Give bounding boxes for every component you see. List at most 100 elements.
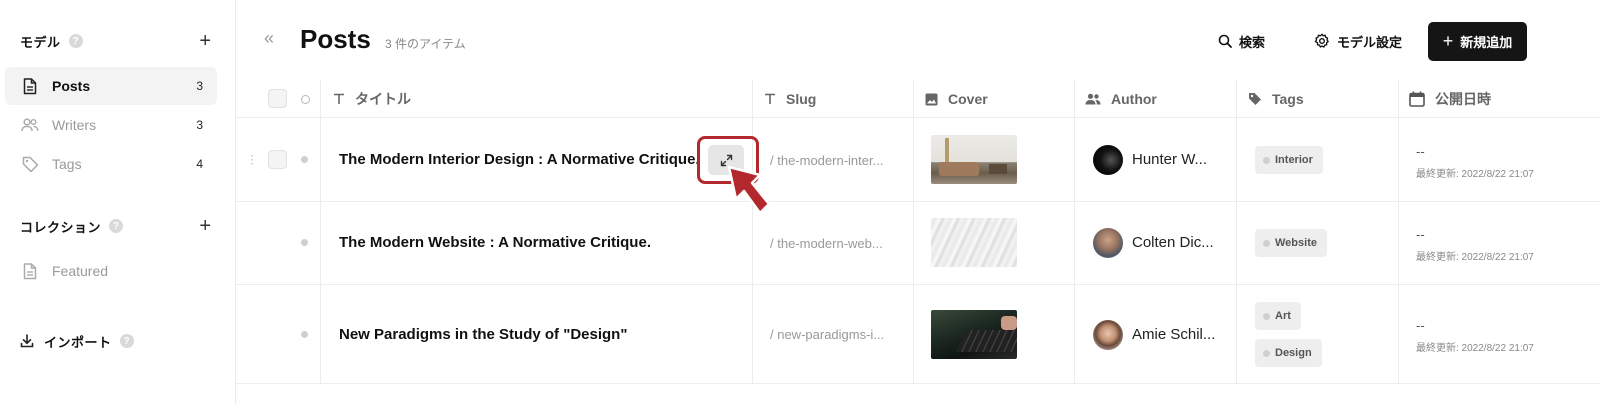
sidebar-item-label: Writers xyxy=(52,117,97,133)
table-cell-updated: 最終更新: 2022/8/22 21:07 xyxy=(1416,252,1534,263)
column-divider xyxy=(752,80,753,384)
sidebar-item-count: 3 xyxy=(196,118,203,132)
import-label: インポート xyxy=(44,334,112,350)
status-dot xyxy=(301,239,308,246)
table-cell-author: Colten Dic... xyxy=(1132,234,1214,251)
tag-dot xyxy=(1263,239,1270,247)
models-heading: モデル xyxy=(20,34,61,50)
table-cell-published: -- xyxy=(1416,318,1425,333)
search-label: 検索 xyxy=(1239,34,1266,50)
column-divider xyxy=(1398,80,1399,384)
collections-section-header: コレクション ? + xyxy=(20,215,211,237)
add-new-label: 新規追加 xyxy=(1460,35,1513,50)
tag-dot xyxy=(1263,349,1270,357)
document-icon xyxy=(21,77,39,95)
download-icon xyxy=(20,334,34,348)
table-cell-slug: / the-modern-inter... xyxy=(770,153,884,168)
table-cell-slug: / the-modern-web... xyxy=(770,236,883,251)
help-icon[interactable]: ? xyxy=(68,34,83,48)
cover-image-thumbnail[interactable] xyxy=(931,310,1017,359)
avatar xyxy=(1093,320,1123,350)
tag-label: Website xyxy=(1275,237,1317,249)
page-title: Posts xyxy=(300,24,371,54)
search-button[interactable]: 検索 xyxy=(1218,22,1265,60)
column-label: Author xyxy=(1111,91,1157,107)
sidebar-item-posts[interactable]: Posts 3 xyxy=(5,67,217,105)
tag-chip[interactable]: Interior xyxy=(1255,146,1323,174)
sidebar: モデル ? + Posts 3 Writers 3 Tags 4 コレクション … xyxy=(0,0,236,404)
status-dot xyxy=(301,331,308,338)
column-label: 公開日時 xyxy=(1435,91,1491,107)
import-link[interactable]: インポート ? xyxy=(20,330,211,352)
add-new-button[interactable]: + 新規追加 xyxy=(1428,22,1527,61)
sidebar-item-featured[interactable]: Featured xyxy=(5,252,217,290)
column-label: Tags xyxy=(1272,91,1304,107)
table-cell-published: -- xyxy=(1416,144,1425,159)
avatar xyxy=(1093,228,1123,258)
table-row-title[interactable]: New Paradigms in the Study of "Design" xyxy=(339,326,627,343)
column-header-author[interactable]: Author xyxy=(1085,88,1157,110)
help-icon[interactable]: ? xyxy=(109,219,124,233)
plus-icon: + xyxy=(1442,31,1454,51)
column-divider xyxy=(913,80,914,384)
column-divider xyxy=(1074,80,1075,384)
cover-image-thumbnail[interactable] xyxy=(931,218,1017,267)
column-label: Cover xyxy=(948,91,988,107)
text-type-icon xyxy=(333,93,345,105)
model-settings-button[interactable]: モデル設定 xyxy=(1314,22,1402,60)
table-cell-slug: / new-paradigms-i... xyxy=(770,327,885,342)
models-section-header: モデル ? + xyxy=(20,30,211,52)
collapse-sidebar-icon[interactable]: « xyxy=(264,28,274,49)
sidebar-item-label: Featured xyxy=(52,263,109,279)
table-cell-updated: 最終更新: 2022/8/22 21:07 xyxy=(1416,169,1534,180)
item-count: 3 件のアイテム xyxy=(385,37,466,51)
sidebar-item-count: 4 xyxy=(196,157,203,171)
table-row-title[interactable]: The Modern Website : A Normative Critiqu… xyxy=(339,234,651,251)
row-divider xyxy=(236,201,1600,202)
tag-chip[interactable]: Website xyxy=(1255,229,1327,257)
help-icon[interactable]: ? xyxy=(119,334,134,348)
model-settings-label: モデル設定 xyxy=(1337,34,1403,50)
status-dot xyxy=(301,156,308,163)
status-filter-icon[interactable] xyxy=(301,95,310,104)
users-icon xyxy=(21,116,39,134)
sidebar-item-writers[interactable]: Writers 3 xyxy=(5,106,217,144)
calendar-icon xyxy=(1409,91,1425,107)
column-header-cover[interactable]: Cover xyxy=(925,88,988,110)
tag-dot xyxy=(1263,156,1270,164)
gear-icon xyxy=(1314,33,1330,49)
tag-label: Design xyxy=(1275,347,1312,359)
tag-dot xyxy=(1263,312,1270,320)
drag-handle-icon[interactable]: · · · xyxy=(250,149,254,169)
table-cell-published: -- xyxy=(1416,227,1425,242)
column-header-tags[interactable]: Tags xyxy=(1248,88,1304,110)
text-type-icon xyxy=(764,93,776,105)
column-divider xyxy=(1236,80,1237,384)
cover-image-thumbnail[interactable] xyxy=(931,135,1017,184)
select-all-checkbox[interactable] xyxy=(268,89,287,108)
tag-icon xyxy=(1248,92,1262,106)
sidebar-item-tags[interactable]: Tags 4 xyxy=(5,145,217,183)
add-collection-button[interactable]: + xyxy=(199,215,211,237)
column-header-published[interactable]: 公開日時 xyxy=(1409,88,1491,110)
search-icon xyxy=(1218,34,1232,48)
column-label: Slug xyxy=(786,91,817,107)
pointer-arrow-annotation xyxy=(727,165,771,215)
column-header-slug[interactable]: Slug xyxy=(764,88,816,110)
row-checkbox[interactable] xyxy=(268,150,287,169)
tag-chip[interactable]: Design xyxy=(1255,339,1322,367)
collections-heading: コレクション xyxy=(20,219,102,235)
table-row-title[interactable]: The Modern Interior Design : A Normative… xyxy=(339,151,700,168)
tag-label: Art xyxy=(1275,310,1291,322)
users-icon xyxy=(1085,93,1101,105)
tag-chip[interactable]: Art xyxy=(1255,302,1301,330)
sidebar-item-count: 3 xyxy=(196,79,203,93)
table-cell-author: Amie Schil... xyxy=(1132,326,1216,343)
row-divider xyxy=(236,284,1600,285)
add-model-button[interactable]: + xyxy=(199,30,211,52)
table-cell-author: Hunter W... xyxy=(1132,151,1208,168)
column-header-title[interactable]: タイトル xyxy=(333,88,411,110)
column-divider xyxy=(320,80,321,384)
tag-icon xyxy=(21,155,39,173)
table-cell-updated: 最終更新: 2022/8/22 21:07 xyxy=(1416,343,1534,354)
